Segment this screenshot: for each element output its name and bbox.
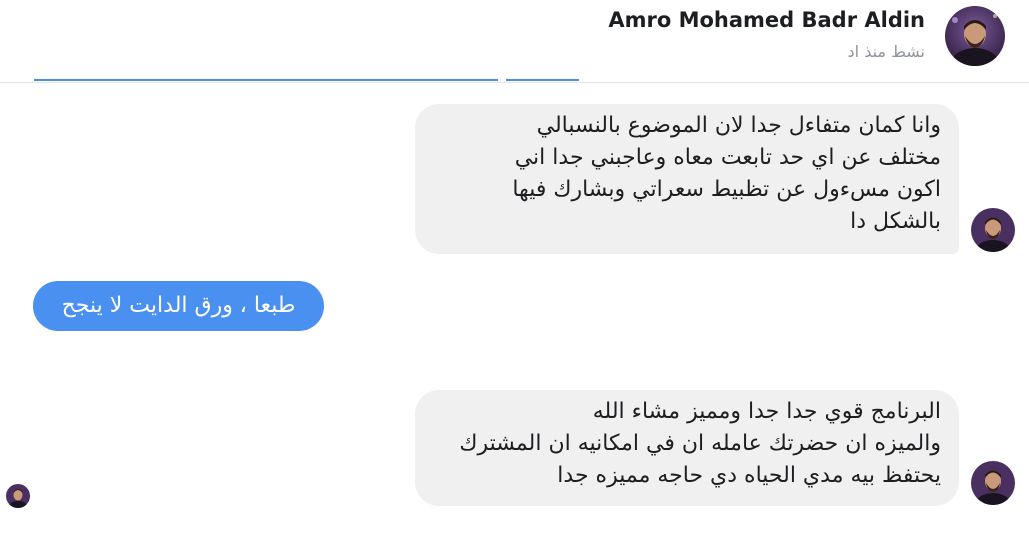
- sender-avatar[interactable]: [971, 461, 1015, 505]
- loading-bar-gap: [498, 78, 506, 82]
- avatar-photo-icon: [971, 208, 1015, 252]
- contact-avatar[interactable]: [945, 6, 1005, 66]
- message-line: بالشكل دا: [850, 209, 941, 234]
- incoming-message-bubble[interactable]: البرنامج قوي جدا جدا ومميز مشاء الله وال…: [415, 390, 959, 506]
- message-line: مختلف عن اي حد تابعت معاه وعاجبني جدا ان…: [514, 145, 941, 170]
- contact-name[interactable]: Amro Mohamed Badr Aldin: [608, 8, 925, 32]
- messenger-chat-window: Amro Mohamed Badr Aldin نشط منذ اد وانا …: [0, 0, 1029, 542]
- message-line: يحتفظ بيه مدي الحياه دي حاجه مميزه جدا: [557, 463, 941, 488]
- avatar-photo-icon: [945, 6, 1005, 66]
- message-line: اكون مسءول عن تظبيط سعراتي وبشارك فيها: [512, 177, 941, 202]
- message-line: والميزه ان حضرتك عامله ان في امكانيه ان …: [459, 431, 941, 456]
- seen-indicator-avatar: [6, 484, 30, 508]
- mini-avatar-icon: [6, 484, 30, 508]
- chat-header: Amro Mohamed Badr Aldin نشط منذ اد: [0, 0, 1029, 83]
- outgoing-message-bubble[interactable]: طبعا ، ورق الدايت لا ينجح: [33, 281, 324, 331]
- active-status: نشط منذ اد: [847, 42, 925, 61]
- sender-avatar[interactable]: [971, 208, 1015, 252]
- avatar-photo-icon: [971, 461, 1015, 505]
- message-line: وانا كمان متفاءل جدا لان الموضوع بالنسبا…: [536, 113, 941, 138]
- message-line: البرنامج قوي جدا جدا ومميز مشاء الله: [592, 399, 941, 424]
- incoming-message-bubble[interactable]: وانا كمان متفاءل جدا لان الموضوع بالنسبا…: [415, 104, 959, 254]
